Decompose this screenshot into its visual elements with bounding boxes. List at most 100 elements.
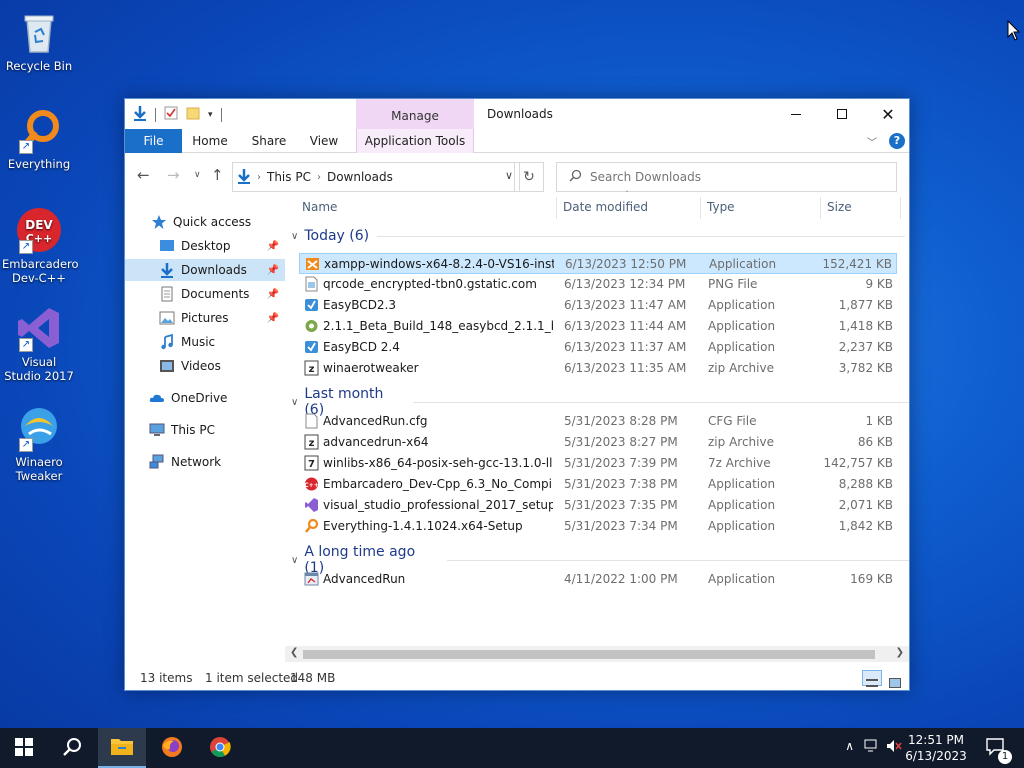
clock[interactable]: 12:51 PM 6/13/2023 [904,732,968,764]
recent-locations-icon[interactable]: ∨ [194,170,201,180]
show-hidden-icons-chevron-icon[interactable]: ∧ [845,739,854,753]
nav-label: Downloads [181,263,247,277]
main-area: Quick access Desktop 📌 Downloads 📌 Docum… [125,190,909,666]
nav-music[interactable]: Music [125,331,285,353]
breadcrumb-chevron-icon[interactable]: › [317,172,321,183]
file-row[interactable]: z winaerotweaker 6/13/2023 11:35 AM zip … [299,358,897,379]
properties-icon[interactable] [164,106,178,123]
pin-icon[interactable]: 📌 [267,289,279,300]
nav-this-pc[interactable]: This PC [125,419,285,441]
window-title: Downloads [487,107,553,121]
file-row[interactable]: xampp-windows-x64-8.2.4-0-VS16-instal...… [299,253,897,274]
desktop-icon-devcpp[interactable]: DEV C++ ↗ Embarcadero Dev-C++ [2,206,79,285]
nav-downloads[interactable]: Downloads 📌 [125,259,285,281]
tab-view[interactable]: View [301,129,347,153]
search-box[interactable] [556,162,897,192]
column-divider[interactable] [900,197,901,219]
group-header-today[interactable]: ∨ Today (6) [291,228,906,244]
column-header-type[interactable]: Type [707,200,735,214]
column-header-name[interactable]: Name [302,200,337,214]
forward-arrow-icon[interactable]: → [167,166,180,184]
up-arrow-icon[interactable]: ↑ [211,166,224,184]
column-divider[interactable] [556,197,557,219]
horizontal-scrollbar[interactable]: ❮ ❯ [285,646,909,662]
file-row[interactable]: AdvancedRun 4/11/2022 1:00 PM Applicatio… [299,569,897,590]
file-row[interactable]: AdvancedRun.cfg 5/31/2023 8:28 PM CFG Fi… [299,411,897,432]
details-view-button[interactable] [862,670,882,687]
breadcrumb-this-pc[interactable]: This PC [267,170,311,184]
file-row[interactable]: C++ Embarcadero_Dev-Cpp_6.3_No_Compiler.… [299,474,897,495]
desktop-icon-label: Winaero Tweaker [15,455,63,483]
nav-documents[interactable]: Documents 📌 [125,283,285,305]
nav-desktop[interactable]: Desktop 📌 [125,235,285,257]
file-row[interactable]: 7 winlibs-x86_64-posix-seh-gcc-13.1.0-ll… [299,453,897,474]
group-label: Today (6) [304,228,370,244]
column-header-size[interactable]: Size [827,200,852,214]
volume-muted-icon[interactable] [886,739,902,756]
tab-file[interactable]: File [125,129,182,153]
file-row[interactable]: visual_studio_professional_2017_setup 5/… [299,495,897,516]
address-dropdown-icon[interactable]: ∨ [505,169,513,182]
svg-text:DEV: DEV [25,218,53,232]
collapse-chevron-icon[interactable]: ∨ [291,231,298,242]
divider [155,107,156,122]
refresh-button[interactable]: ↻ [514,162,544,192]
taskbar-chrome[interactable] [196,728,244,768]
nav-network[interactable]: Network [125,451,285,473]
file-date: 6/13/2023 11:37 AM [564,340,687,354]
maximize-button[interactable] [819,99,865,129]
customize-toolbar-icon[interactable]: ▾ [208,110,213,120]
pin-icon[interactable]: 📌 [267,265,279,276]
file-type: Application [708,340,776,354]
zip-archive-icon: z [304,360,319,376]
file-row[interactable]: Everything-1.4.1.1024.x64-Setup 5/31/202… [299,516,897,537]
collapse-chevron-icon[interactable]: ∨ [291,555,298,566]
new-folder-icon[interactable] [186,106,200,123]
file-row[interactable]: 2.1.1_Beta_Build_148_easybcd_2.1.1_beta_… [299,316,897,337]
address-bar[interactable]: › This PC › Downloads ∨ [232,162,520,192]
nav-onedrive[interactable]: OneDrive [125,387,285,409]
nav-label: OneDrive [171,391,228,405]
file-row[interactable]: EasyBCD 2.4 6/13/2023 11:37 AM Applicati… [299,337,897,358]
scrollbar-thumb[interactable] [303,650,875,659]
help-icon[interactable]: ? [889,133,905,149]
manage-tab[interactable]: Manage [356,99,474,129]
file-name: 2.1.1_Beta_Build_148_easybcd_2.1.1_beta_… [323,319,553,333]
music-note-icon [159,333,175,350]
collapse-chevron-icon[interactable]: ∨ [291,397,298,408]
desktop-icon-everything[interactable]: ↗ Everything [2,106,76,171]
search-button[interactable] [48,728,96,768]
pin-icon[interactable]: 📌 [267,241,279,252]
scroll-left-icon[interactable]: ❮ [290,647,298,658]
taskbar-file-explorer[interactable] [98,728,146,768]
tab-home[interactable]: Home [185,129,235,153]
desktop-icon-recycle-bin[interactable]: Recycle Bin [2,8,76,73]
close-button[interactable]: ✕ [865,99,911,129]
column-header-date[interactable]: Date modified [563,200,648,214]
file-row[interactable]: z advancedrun-x64 5/31/2023 8:27 PM zip … [299,432,897,453]
column-divider[interactable] [820,197,821,219]
nav-quick-access[interactable]: Quick access [125,211,285,233]
taskbar-firefox[interactable] [148,728,196,768]
scroll-right-icon[interactable]: ❯ [896,647,904,658]
search-input[interactable] [590,170,890,184]
nav-videos[interactable]: Videos [125,355,285,377]
file-row[interactable]: EasyBCD2.3 6/13/2023 11:47 AM Applicatio… [299,295,897,316]
breadcrumb-chevron-icon[interactable]: › [257,172,261,183]
expand-ribbon-icon[interactable]: ﹀ [867,134,877,149]
start-button[interactable] [0,728,48,768]
network-status-icon[interactable] [864,739,880,756]
tab-share[interactable]: Share [243,129,295,153]
breadcrumb-downloads[interactable]: Downloads [327,170,393,184]
back-arrow-icon[interactable]: ← [137,166,150,184]
file-date: 5/31/2023 7:35 PM [564,498,678,512]
minimize-button[interactable] [773,99,819,129]
pin-icon[interactable]: 📌 [267,313,279,324]
desktop-icon-visual-studio[interactable]: ↗ Visual Studio 2017 [2,304,76,383]
file-row[interactable]: qrcode_encrypted-tbn0.gstatic.com 6/13/2… [299,274,897,295]
column-divider[interactable] [700,197,701,219]
desktop-icon-winaero[interactable]: ↗ Winaero Tweaker [2,404,76,483]
nav-pictures[interactable]: Pictures 📌 [125,307,285,329]
large-icons-view-button[interactable] [885,670,905,688]
tab-application-tools[interactable]: Application Tools [356,129,474,153]
